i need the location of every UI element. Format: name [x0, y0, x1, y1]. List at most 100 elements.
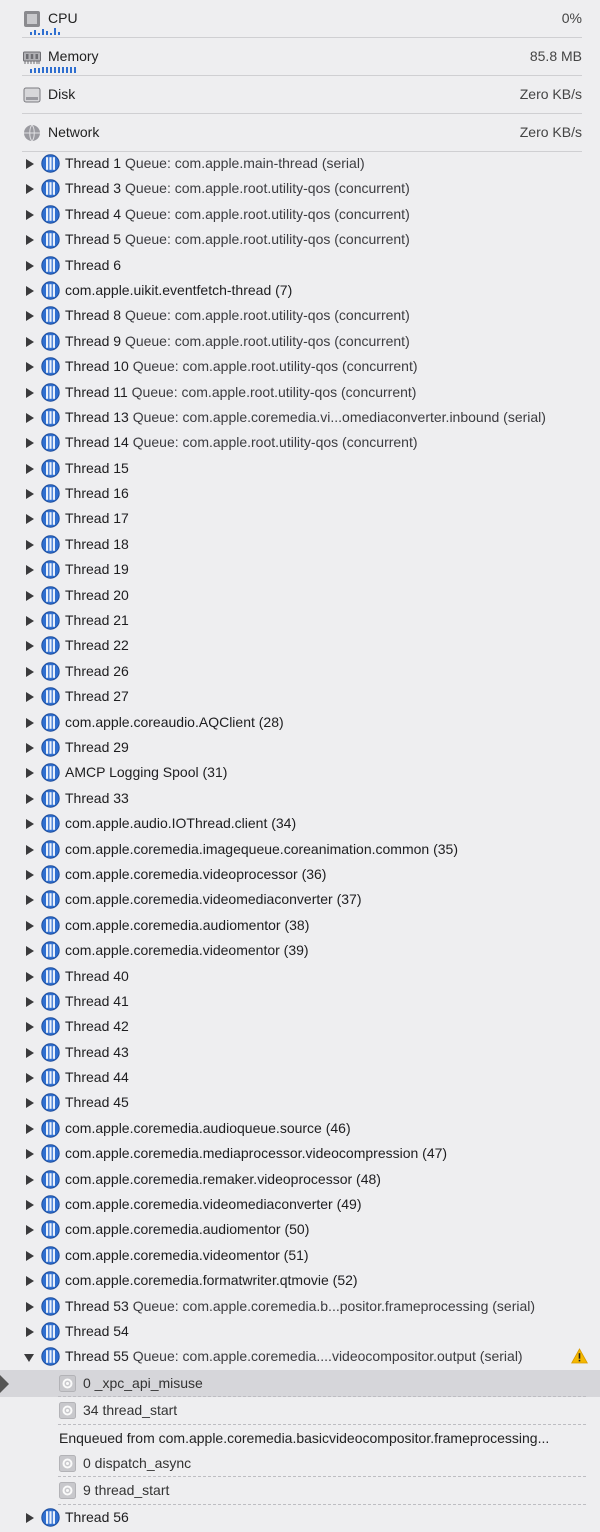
thread-row[interactable]: Thread 45	[0, 1090, 600, 1115]
thread-row[interactable]: Thread 6	[0, 253, 600, 278]
thread-row[interactable]: Thread 56	[0, 1505, 600, 1530]
thread-row[interactable]: Thread 9 Queue: com.apple.root.utility-q…	[0, 329, 600, 354]
disclosure-collapsed-icon[interactable]	[26, 1301, 34, 1312]
thread-row[interactable]: com.apple.coremedia.audiomentor (50)	[0, 1217, 600, 1242]
disclosure-collapsed-icon[interactable]	[26, 159, 34, 169]
disclosure-collapsed-icon[interactable]	[26, 209, 34, 220]
disclosure-collapsed-icon[interactable]	[26, 463, 34, 474]
disclosure-collapsed-icon[interactable]	[26, 1123, 34, 1134]
warning-icon[interactable]	[571, 1348, 588, 1364]
disclosure-collapsed-icon[interactable]	[26, 819, 34, 830]
disclosure-collapsed-icon[interactable]	[26, 1022, 34, 1033]
disclosure-collapsed-icon[interactable]	[26, 565, 34, 576]
gauge-network[interactable]: Network Zero KB/s	[22, 114, 582, 152]
thread-row[interactable]: Thread 8 Queue: com.apple.root.utility-q…	[0, 303, 600, 328]
thread-row[interactable]: AMCP Logging Spool (31)	[0, 760, 600, 785]
disclosure-collapsed-icon[interactable]	[26, 1098, 34, 1109]
thread-row[interactable]: com.apple.coremedia.videomentor (39)	[0, 938, 600, 963]
disclosure-expanded-icon[interactable]	[24, 1354, 34, 1363]
thread-row[interactable]: Thread 19	[0, 557, 600, 582]
disclosure-collapsed-icon[interactable]	[26, 311, 34, 322]
thread-row[interactable]: com.apple.coremedia.videomediaconverter …	[0, 1192, 600, 1217]
thread-row[interactable]: Thread 21	[0, 608, 600, 633]
disclosure-collapsed-icon[interactable]	[26, 1047, 34, 1058]
disclosure-collapsed-icon[interactable]	[26, 692, 34, 703]
disclosure-collapsed-icon[interactable]	[26, 336, 34, 347]
disclosure-collapsed-icon[interactable]	[26, 412, 34, 423]
disclosure-collapsed-icon[interactable]	[26, 235, 34, 246]
disclosure-collapsed-icon[interactable]	[26, 666, 34, 677]
thread-row[interactable]: Thread 53 Queue: com.apple.coremedia.b..…	[0, 1294, 600, 1319]
thread-row[interactable]: Thread 43	[0, 1040, 600, 1065]
thread-row[interactable]: Thread 4 Queue: com.apple.root.utility-q…	[0, 202, 600, 227]
gauge-cpu[interactable]: CPU 0%	[22, 0, 582, 38]
thread-row[interactable]: Thread 3 Queue: com.apple.root.utility-q…	[0, 176, 600, 201]
thread-row[interactable]: Thread 26	[0, 659, 600, 684]
thread-row[interactable]: Thread 27	[0, 684, 600, 709]
disclosure-collapsed-icon[interactable]	[26, 1073, 34, 1084]
thread-row[interactable]: com.apple.coremedia.imagequeue.coreanima…	[0, 837, 600, 862]
disclosure-collapsed-icon[interactable]	[26, 717, 34, 728]
disclosure-collapsed-icon[interactable]	[26, 616, 34, 627]
thread-row[interactable]: com.apple.audio.IOThread.client (34)	[0, 811, 600, 836]
disclosure-collapsed-icon[interactable]	[26, 946, 34, 957]
thread-row[interactable]: Thread 5 Queue: com.apple.root.utility-q…	[0, 227, 600, 252]
gauge-disk[interactable]: Disk Zero KB/s	[22, 76, 582, 114]
thread-row[interactable]: Thread 33	[0, 786, 600, 811]
thread-row[interactable]: Thread 11 Queue: com.apple.root.utility-…	[0, 380, 600, 405]
thread-row[interactable]: Thread 41	[0, 989, 600, 1014]
disclosure-collapsed-icon[interactable]	[26, 285, 34, 296]
thread-row[interactable]: Thread 44	[0, 1065, 600, 1090]
thread-row[interactable]: com.apple.coremedia.remaker.videoprocess…	[0, 1167, 600, 1192]
thread-row[interactable]: com.apple.coremedia.formatwriter.qtmovie…	[0, 1268, 600, 1293]
thread-row[interactable]: Thread 40	[0, 964, 600, 989]
thread-row[interactable]: com.apple.coremedia.audioqueue.source (4…	[0, 1116, 600, 1141]
disclosure-collapsed-icon[interactable]	[26, 844, 34, 855]
disclosure-collapsed-icon[interactable]	[26, 1512, 34, 1523]
thread-row[interactable]: Thread 15	[0, 456, 600, 481]
thread-row[interactable]: com.apple.uikit.eventfetch-thread (7)	[0, 278, 600, 303]
thread-row[interactable]: Thread 55 Queue: com.apple.coremedia....…	[0, 1344, 600, 1369]
thread-row[interactable]: Thread 54	[0, 1319, 600, 1344]
disclosure-collapsed-icon[interactable]	[26, 539, 34, 550]
disclosure-collapsed-icon[interactable]	[26, 514, 34, 525]
thread-row[interactable]: Thread 1 Queue: com.apple.main-thread (s…	[0, 151, 600, 176]
stack-frame[interactable]: 0 dispatch_async	[0, 1450, 600, 1478]
thread-row[interactable]: com.apple.coreaudio.AQClient (28)	[0, 710, 600, 735]
disclosure-collapsed-icon[interactable]	[26, 362, 34, 373]
stack-frame[interactable]: 34 thread_start	[0, 1397, 600, 1425]
thread-row[interactable]: Thread 29	[0, 735, 600, 760]
disclosure-collapsed-icon[interactable]	[26, 641, 34, 652]
disclosure-collapsed-icon[interactable]	[26, 1225, 34, 1236]
disclosure-collapsed-icon[interactable]	[26, 1149, 34, 1160]
thread-row[interactable]: com.apple.coremedia.videomentor (51)	[0, 1243, 600, 1268]
disclosure-collapsed-icon[interactable]	[26, 971, 34, 982]
stack-frame[interactable]: 0 _xpc_api_misuse	[0, 1369, 600, 1398]
thread-row[interactable]: Thread 42	[0, 1014, 600, 1039]
disclosure-collapsed-icon[interactable]	[26, 1276, 34, 1287]
thread-row[interactable]: com.apple.coremedia.mediaprocessor.video…	[0, 1141, 600, 1166]
disclosure-collapsed-icon[interactable]	[26, 768, 34, 779]
thread-row[interactable]: com.apple.coremedia.videoprocessor (36)	[0, 862, 600, 887]
disclosure-collapsed-icon[interactable]	[26, 260, 34, 271]
disclosure-collapsed-icon[interactable]	[26, 438, 34, 449]
thread-row[interactable]: Thread 20	[0, 583, 600, 608]
thread-row[interactable]: Thread 13 Queue: com.apple.coremedia.vi.…	[0, 405, 600, 430]
thread-row[interactable]: com.apple.coremedia.audiomentor (38)	[0, 913, 600, 938]
disclosure-collapsed-icon[interactable]	[26, 1174, 34, 1185]
thread-row[interactable]: Thread 16	[0, 481, 600, 506]
thread-row[interactable]: Thread 17	[0, 506, 600, 531]
thread-row[interactable]: Thread 10 Queue: com.apple.root.utility-…	[0, 354, 600, 379]
stack-frame[interactable]: 9 thread_start	[0, 1477, 600, 1505]
disclosure-collapsed-icon[interactable]	[26, 1250, 34, 1261]
disclosure-collapsed-icon[interactable]	[26, 920, 34, 931]
disclosure-collapsed-icon[interactable]	[26, 1326, 34, 1337]
disclosure-collapsed-icon[interactable]	[26, 590, 34, 601]
disclosure-collapsed-icon[interactable]	[26, 895, 34, 906]
thread-row[interactable]: Thread 18	[0, 532, 600, 557]
disclosure-collapsed-icon[interactable]	[26, 793, 34, 804]
disclosure-collapsed-icon[interactable]	[26, 742, 34, 753]
disclosure-collapsed-icon[interactable]	[26, 1200, 34, 1211]
gauge-memory[interactable]: Memory 85.8 MB	[22, 38, 582, 76]
thread-row[interactable]: com.apple.coremedia.videomediaconverter …	[0, 887, 600, 912]
